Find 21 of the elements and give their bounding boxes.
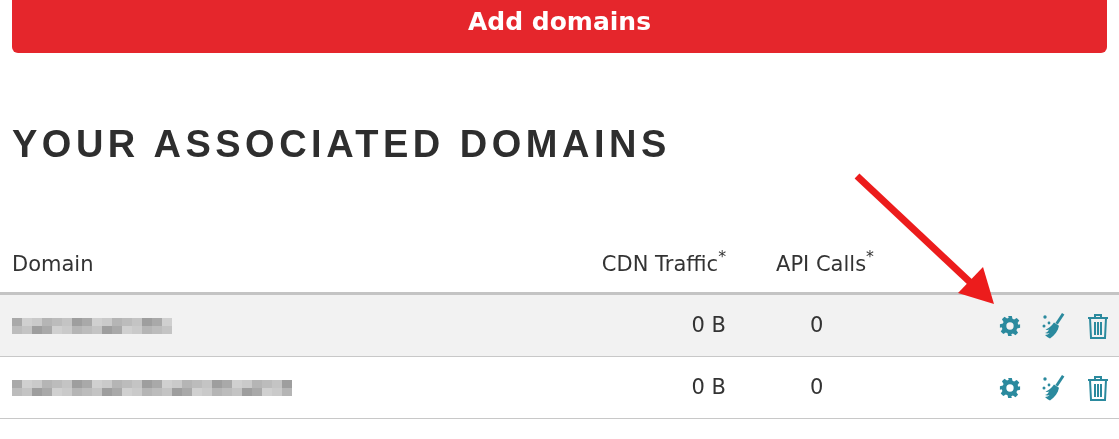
table-cell: 0 bbox=[810, 374, 824, 399]
settings-icon bbox=[999, 376, 1021, 399]
delete-icon bbox=[1087, 374, 1109, 401]
broom-icon bbox=[1041, 311, 1067, 340]
table-cell: 0 B bbox=[691, 312, 726, 337]
settings-icon bbox=[999, 314, 1021, 337]
delete-button[interactable] bbox=[1087, 374, 1109, 401]
column-header: CDN Traffic$^{*}$ bbox=[601, 252, 726, 276]
column-header: Domain bbox=[12, 252, 94, 276]
table-cell: 0 bbox=[810, 312, 824, 337]
delete-icon bbox=[1087, 312, 1109, 339]
broom-icon bbox=[1041, 373, 1067, 402]
clean-button[interactable] bbox=[1041, 373, 1067, 402]
settings-button[interactable] bbox=[999, 376, 1021, 399]
delete-button[interactable] bbox=[1087, 312, 1109, 339]
table-cell: 0 B bbox=[691, 374, 726, 399]
column-header: API Calls$^{*}$ bbox=[776, 252, 874, 276]
section-heading: YOUR ASSOCIATED DOMAINS bbox=[12, 125, 672, 163]
settings-button[interactable] bbox=[999, 314, 1021, 337]
clean-button[interactable] bbox=[1041, 311, 1067, 340]
add-domains-button[interactable]: Add domains bbox=[12, 0, 1107, 53]
